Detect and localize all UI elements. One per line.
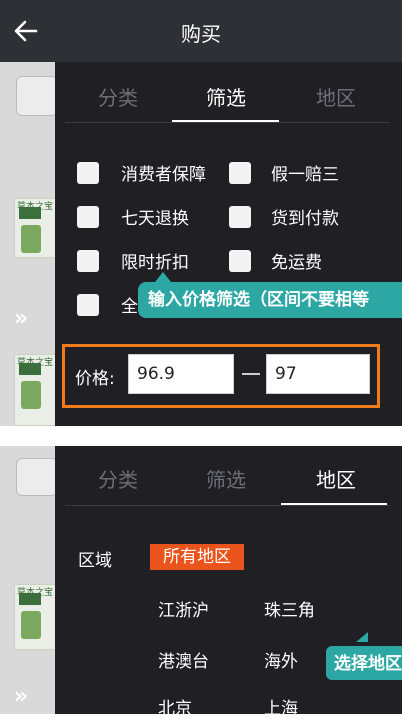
range-dash — [242, 373, 260, 375]
section-gap — [0, 426, 402, 446]
product-list-background: 草本之宝 » 草本之宝 — [0, 62, 55, 426]
product-thumbnail[interactable]: 草本之宝 — [14, 354, 55, 426]
checkbox-limited-discount[interactable] — [77, 250, 99, 272]
region-panel: 分类 筛选 地区 区域 所有地区 江浙沪 珠三角 港澳台 海外 北京 上海 选择… — [55, 446, 402, 719]
callout-pointer — [356, 632, 368, 642]
tab-category[interactable]: 分类 — [73, 82, 163, 111]
page-title: 购买 — [181, 22, 221, 46]
option-label: 限时折扣 — [121, 253, 189, 273]
double-chevron-right-icon[interactable]: » — [14, 306, 28, 331]
region-option[interactable]: 海外 — [264, 647, 298, 672]
region-callout: 选择地区 — [326, 646, 402, 680]
region-option[interactable]: 北京 — [158, 694, 192, 719]
option-label: 货到付款 — [271, 209, 339, 229]
checkbox-all[interactable] — [77, 294, 99, 316]
top-nav-bar: 购买 — [0, 0, 402, 62]
region-option[interactable]: 珠三角 — [264, 596, 315, 621]
region-option[interactable]: 上海 — [264, 694, 298, 719]
price-max-input[interactable] — [266, 354, 370, 394]
checkbox-seven-day-return[interactable] — [77, 206, 99, 228]
filter-panel: 分类 筛选 地区 消费者保障 假一赔三 七天退换 货到付款 限时折扣 免运费 全… — [55, 62, 402, 426]
checkbox-free-shipping[interactable] — [229, 250, 251, 272]
tab-divider — [65, 505, 390, 506]
tab-filter[interactable]: 筛选 — [181, 82, 271, 111]
callout-pointer — [155, 272, 171, 282]
tab-filter[interactable]: 筛选 — [181, 464, 271, 493]
tab-divider — [65, 122, 390, 123]
tab-category[interactable]: 分类 — [73, 464, 163, 493]
option-label: 消费者保障 — [121, 165, 206, 185]
checkbox-cash-on-delivery[interactable] — [229, 206, 251, 228]
collapsed-bubble — [16, 458, 55, 496]
double-chevron-right-icon[interactable]: » — [14, 684, 28, 709]
price-label: 价格: — [75, 369, 115, 389]
region-label: 区域 — [78, 551, 112, 571]
product-thumbnail[interactable]: 草本之宝 — [14, 584, 55, 650]
option-label: 假一赔三 — [271, 165, 339, 185]
region-option[interactable]: 港澳台 — [158, 647, 209, 672]
product-thumbnail[interactable]: 草本之宝 — [14, 198, 55, 258]
collapsed-bubble — [16, 76, 55, 116]
tab-region[interactable]: 地区 — [291, 82, 381, 111]
region-option[interactable]: 江浙沪 — [158, 596, 209, 621]
product-list-background: 草本之宝 » — [0, 446, 55, 714]
option-label: 七天退换 — [121, 209, 189, 229]
tab-region[interactable]: 地区 — [291, 464, 381, 493]
checkbox-consumer-protection[interactable] — [77, 162, 99, 184]
option-label: 全 — [121, 297, 138, 317]
price-filter-box: 价格: — [62, 344, 380, 408]
price-min-input[interactable] — [128, 354, 234, 394]
checkbox-fake-pay-three[interactable] — [229, 162, 251, 184]
price-callout: 输入价格筛选（区间不要相等 — [138, 282, 402, 318]
region-all-selected[interactable]: 所有地区 — [150, 544, 244, 570]
option-label: 免运费 — [271, 253, 322, 273]
